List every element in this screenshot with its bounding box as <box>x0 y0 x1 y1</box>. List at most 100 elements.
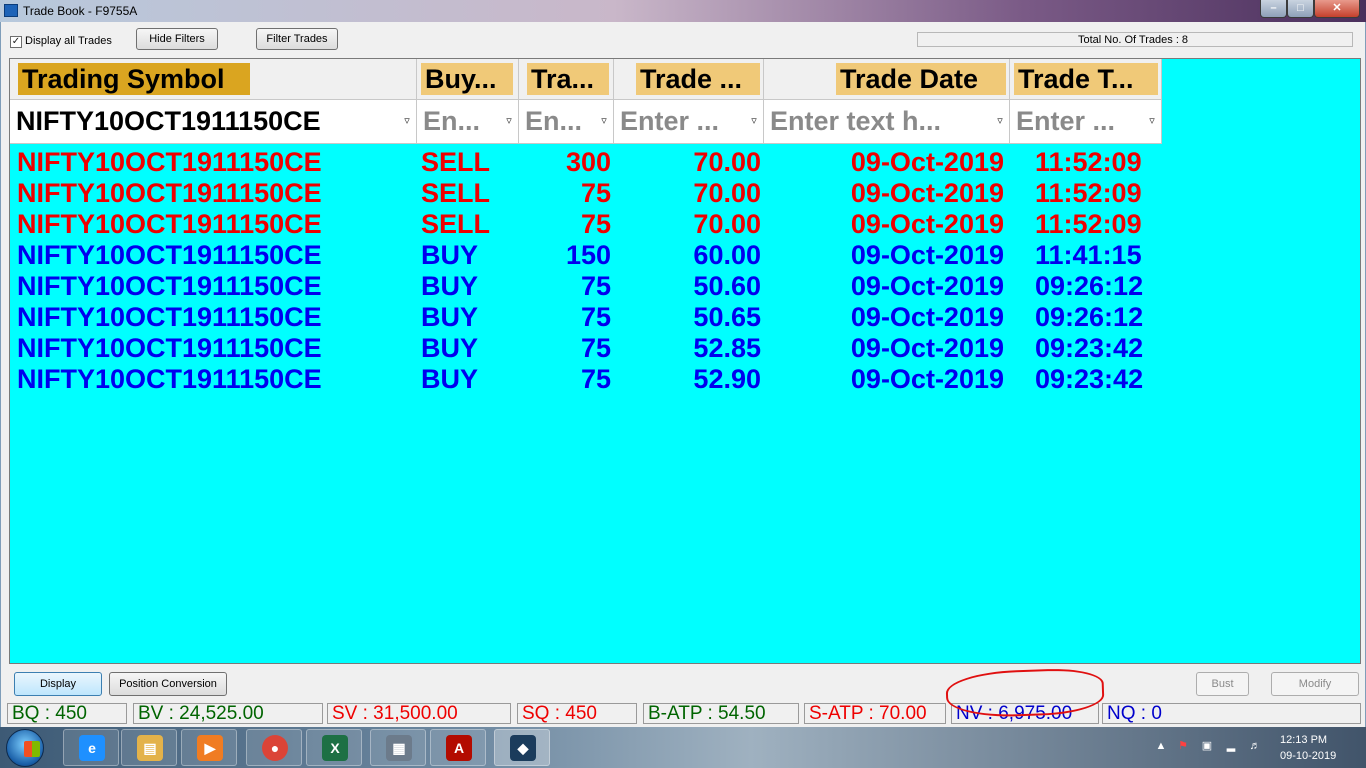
maximize-button[interactable]: □ <box>1287 0 1314 18</box>
cell-side: BUY <box>421 271 479 301</box>
filter-cell-trade-date[interactable]: Enter text h... ▿ <box>764 100 1010 144</box>
taskbar-app-active[interactable]: ◆ <box>494 729 550 766</box>
funnel-icon[interactable]: ▿ <box>598 115 610 127</box>
trade-row[interactable]: NIFTY10OCT1911150CE BUY 75 52.85 09-Oct-… <box>10 333 1162 364</box>
minimize-button[interactable]: – <box>1260 0 1287 18</box>
trade-row[interactable]: NIFTY10OCT1911150CE SELL 75 70.00 09-Oct… <box>10 209 1162 240</box>
clock-time[interactable]: 12:13 PM <box>1280 734 1327 746</box>
cell-symbol: NIFTY10OCT1911150CE <box>17 333 322 363</box>
network-warning-icon[interactable]: ⚑ <box>1176 739 1190 753</box>
bust-button[interactable]: Bust <box>1196 672 1249 696</box>
cell-date: 09-Oct-2019 <box>850 302 1004 332</box>
status-bar: BQ : 450 BV : 24,525.00 SV : 31,500.00 S… <box>1 703 1365 725</box>
funnel-icon[interactable]: ▿ <box>748 115 760 127</box>
filter-cell-trade-price[interactable]: Enter ... ▿ <box>614 100 764 144</box>
file-explorer-icon: ▤ <box>137 735 163 761</box>
hide-filters-button[interactable]: Hide Filters <box>136 28 218 50</box>
modify-button[interactable]: Modify <box>1271 672 1359 696</box>
funnel-icon[interactable]: ▿ <box>1146 115 1158 127</box>
filter-cell-buy-sell[interactable]: En... ▿ <box>417 100 519 144</box>
trade-row[interactable]: NIFTY10OCT1911150CE BUY 150 60.00 09-Oct… <box>10 240 1162 271</box>
filter-input-trade-price[interactable]: Enter ... <box>620 105 744 137</box>
system-tray: ▲ ⚑ ▣ ▂ ♬ 12:13 PM 09-10-2019 <box>1150 727 1366 768</box>
column-header-buy-sell[interactable]: Buy... <box>417 59 519 100</box>
column-header-trade-time[interactable]: Trade T... <box>1010 59 1162 100</box>
display-button[interactable]: Display <box>14 672 102 696</box>
cell-date: 09-Oct-2019 <box>850 147 1004 177</box>
volume-icon[interactable]: ♬ <box>1248 739 1262 753</box>
taskbar-app[interactable]: A <box>430 729 486 766</box>
column-header-label: Trade ... <box>636 63 760 95</box>
column-header-trading-symbol[interactable]: Trading Symbol <box>10 59 417 100</box>
cell-side: SELL <box>421 209 491 239</box>
cell-symbol: NIFTY10OCT1911150CE <box>17 209 322 239</box>
acrobat-icon: A <box>446 735 472 761</box>
taskbar-app[interactable]: X <box>306 729 362 766</box>
app-icon <box>4 4 18 17</box>
funnel-icon[interactable]: ▿ <box>401 115 413 127</box>
cell-time: 09:26:12 <box>1035 271 1144 301</box>
status-buy-value: BV : 24,525.00 <box>133 703 323 724</box>
cell-symbol: NIFTY10OCT1911150CE <box>17 240 322 270</box>
filter-input-trade-date[interactable]: Enter text h... <box>770 105 990 137</box>
column-header-trade-qty[interactable]: Tra... <box>519 59 614 100</box>
filter-trades-button[interactable]: Filter Trades <box>256 28 338 50</box>
cell-qty: 75 <box>580 333 611 363</box>
total-trades-box: Total No. Of Trades : 8 <box>917 32 1353 47</box>
status-sell-qty: SQ : 450 <box>517 703 637 724</box>
cell-price: 70.00 <box>693 209 761 239</box>
cell-side: SELL <box>421 178 491 208</box>
filter-input-trade-qty[interactable]: En... <box>525 105 595 137</box>
show-hidden-icons-icon[interactable]: ▲ <box>1154 739 1168 753</box>
column-header-trade-price[interactable]: Trade ... <box>614 59 764 100</box>
toolbar: ✓ Display all Trades Hide Filters Filter… <box>1 22 1365 54</box>
position-conversion-button[interactable]: Position Conversion <box>109 672 227 696</box>
taskbar-app[interactable]: ● <box>246 729 302 766</box>
trade-row[interactable]: NIFTY10OCT1911150CE BUY 75 50.60 09-Oct-… <box>10 271 1162 302</box>
trade-row[interactable]: NIFTY10OCT1911150CE BUY 75 52.90 09-Oct-… <box>10 364 1162 395</box>
trade-row[interactable]: NIFTY10OCT1911150CE SELL 300 70.00 09-Oc… <box>10 147 1162 178</box>
filter-input-buy-sell[interactable]: En... <box>423 105 499 137</box>
taskbar-app[interactable]: ▦ <box>370 729 426 766</box>
cell-side: BUY <box>421 364 479 394</box>
trade-row[interactable]: NIFTY10OCT1911150CE BUY 75 50.65 09-Oct-… <box>10 302 1162 333</box>
filter-cell-trade-qty[interactable]: En... ▿ <box>519 100 614 144</box>
cell-date: 09-Oct-2019 <box>850 178 1004 208</box>
cell-price: 50.65 <box>693 302 761 332</box>
windows-logo-icon <box>24 741 40 757</box>
close-button[interactable]: ✕ <box>1314 0 1360 18</box>
filter-input-trading-symbol[interactable]: NIFTY10OCT1911150CE <box>16 105 386 137</box>
filter-cell-trading-symbol[interactable]: NIFTY10OCT1911150CE ▿ <box>10 100 417 144</box>
funnel-icon[interactable]: ▿ <box>503 115 515 127</box>
cell-qty: 75 <box>580 364 611 394</box>
clock-date[interactable]: 09-10-2019 <box>1280 750 1336 762</box>
column-header-trade-date[interactable]: Trade Date <box>764 59 1010 100</box>
excel-icon: X <box>322 735 348 761</box>
total-trades-label: Total No. Of Trades : 8 <box>1078 34 1189 46</box>
cell-price: 60.00 <box>693 240 761 270</box>
filter-input-trade-time[interactable]: Enter ... <box>1016 105 1142 137</box>
cell-date: 09-Oct-2019 <box>850 333 1004 363</box>
start-button[interactable] <box>6 729 44 767</box>
power-icon[interactable]: ▣ <box>1200 739 1214 753</box>
funnel-icon[interactable]: ▿ <box>994 115 1006 127</box>
filter-cell-trade-time[interactable]: Enter ... ▿ <box>1010 100 1162 144</box>
cell-time: 11:52:09 <box>1035 209 1142 239</box>
action-bar: Display Position Conversion Bust Modify <box>1 668 1365 700</box>
display-all-checkbox[interactable]: ✓ <box>10 36 22 48</box>
taskbar-app[interactable]: ▶ <box>181 729 237 766</box>
trade-row[interactable]: NIFTY10OCT1911150CE SELL 75 70.00 09-Oct… <box>10 178 1162 209</box>
title-bar: Trade Book - F9755A – □ ✕ <box>0 0 1366 22</box>
cell-price: 50.60 <box>693 271 761 301</box>
cell-side: BUY <box>421 240 479 270</box>
column-header-label: Tra... <box>527 63 609 95</box>
taskbar-app[interactable]: e <box>63 729 119 766</box>
display-all-label[interactable]: Display all Trades <box>25 35 112 47</box>
signal-icon[interactable]: ▂ <box>1224 739 1238 753</box>
cell-time: 11:41:15 <box>1035 240 1142 270</box>
cell-qty: 75 <box>580 302 611 332</box>
cell-symbol: NIFTY10OCT1911150CE <box>17 364 322 394</box>
cell-qty: 300 <box>565 147 611 177</box>
taskbar-app[interactable]: ▤ <box>121 729 177 766</box>
cell-qty: 75 <box>580 271 611 301</box>
